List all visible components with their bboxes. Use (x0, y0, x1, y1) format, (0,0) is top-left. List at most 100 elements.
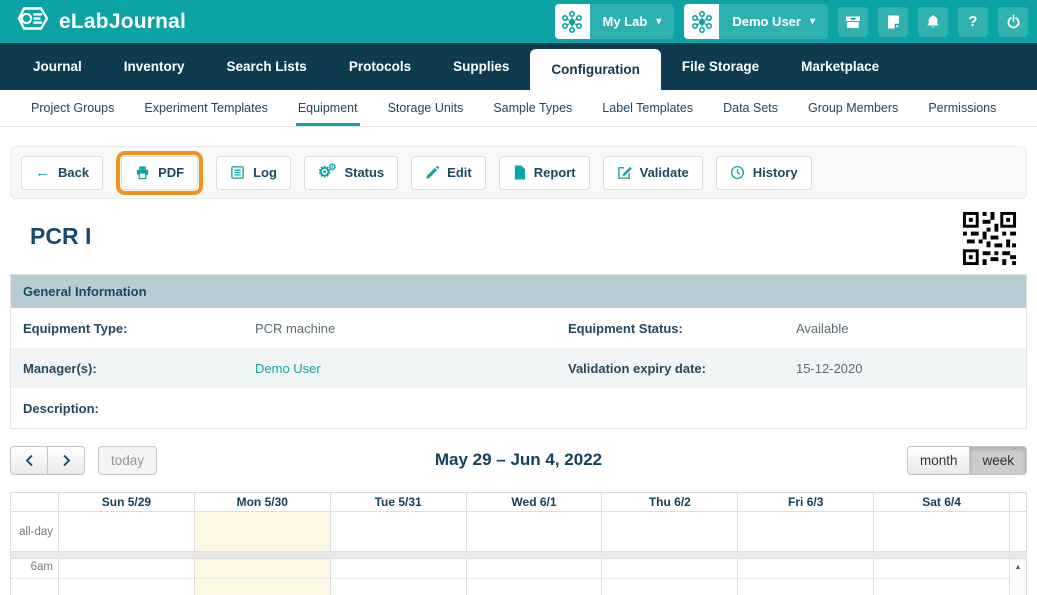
scroll-up-arrow[interactable]: ▲ (1010, 559, 1026, 575)
nav-item-marketplace[interactable]: Marketplace (780, 43, 900, 90)
nav-item-configuration[interactable]: Configuration (530, 49, 660, 90)
time-cell[interactable] (466, 579, 602, 595)
allday-cell-fri[interactable] (737, 512, 873, 551)
nav-item-file-storage[interactable]: File Storage (661, 43, 780, 90)
validate-button-label: Validate (640, 165, 689, 180)
user-selector[interactable]: Demo User ▾ (684, 4, 828, 39)
qr-code (961, 210, 1018, 272)
calendar-month-view-button[interactable]: month (907, 446, 971, 475)
allday-cell-sun[interactable] (58, 512, 194, 551)
allday-cell-mon-today[interactable] (194, 512, 330, 551)
subnav-item-group-members[interactable]: Group Members (793, 90, 913, 126)
calendar-today-button[interactable]: today (98, 446, 157, 475)
help-button[interactable]: ? (958, 7, 988, 37)
elab-logo-icon (13, 5, 51, 38)
subnav-item-sample-types[interactable]: Sample Types (478, 90, 587, 126)
logout-button[interactable] (998, 7, 1028, 37)
calendar-scrollbar[interactable]: ▲ (1009, 559, 1026, 595)
calendar-next-button[interactable] (47, 446, 85, 475)
nav-item-search-lists[interactable]: Search Lists (206, 43, 328, 90)
subnav-item-experiment-templates[interactable]: Experiment Templates (129, 90, 282, 126)
time-cell[interactable] (58, 559, 194, 578)
power-icon (1006, 14, 1021, 29)
notifications-button[interactable] (918, 7, 948, 37)
day-header-sun: Sun 5/29 (58, 493, 194, 511)
time-cell[interactable] (330, 559, 466, 578)
pdf-button-label: PDF (158, 165, 184, 180)
day-header-fri: Fri 6/3 (737, 493, 873, 511)
edit-button[interactable]: Edit (411, 156, 486, 190)
calendar-allday-row: all-day (11, 512, 1026, 552)
time-cell[interactable] (601, 559, 737, 578)
equipment-type-label: Equipment Type: (23, 321, 255, 336)
log-button[interactable]: Log (216, 156, 291, 190)
nav-item-inventory[interactable]: Inventory (103, 43, 206, 90)
pdf-button[interactable]: PDF (121, 156, 198, 190)
molecule-icon (684, 4, 719, 39)
page-content: ← Back PDF Lo (0, 127, 1037, 595)
subnav-item-data-sets[interactable]: Data Sets (708, 90, 793, 126)
edit-button-label: Edit (447, 165, 472, 180)
info-row: Manager(s): Demo User Validation expiry … (11, 348, 1026, 388)
time-cell[interactable] (737, 579, 873, 595)
calendar-prev-button[interactable] (10, 446, 48, 475)
subnav-item-permissions[interactable]: Permissions (913, 90, 1011, 126)
page-title: PCR I (30, 223, 91, 250)
log-button-label: Log (253, 165, 277, 180)
allday-label: all-day (11, 512, 58, 551)
printer-icon (135, 165, 150, 180)
calendar-toolbar: today May 29 – Jun 4, 2022 month week (10, 445, 1027, 475)
equipment-type-value: PCR machine (255, 321, 568, 336)
nav-item-journal[interactable]: Journal (12, 43, 103, 90)
time-cell[interactable] (873, 579, 1009, 595)
app-logo[interactable]: eLabJournal (13, 5, 186, 38)
time-cell[interactable] (737, 559, 873, 578)
allday-cell-sat[interactable] (873, 512, 1009, 551)
storage-box-button[interactable] (838, 7, 868, 37)
calendar-view-toggle: month week (907, 446, 1027, 475)
allday-cell-thu[interactable] (601, 512, 737, 551)
allday-cell-tue[interactable] (330, 512, 466, 551)
day-header-mon: Mon 5/30 (194, 493, 330, 511)
app-title: eLabJournal (59, 10, 186, 34)
report-button-label: Report (534, 165, 576, 180)
molecule-icon (555, 4, 590, 39)
time-cell[interactable] (873, 559, 1009, 578)
time-cell-today[interactable] (194, 559, 330, 578)
status-button[interactable]: ⚙⚙ Status (304, 156, 398, 190)
back-button[interactable]: ← Back (21, 156, 103, 190)
day-header-wed: Wed 6/1 (466, 493, 602, 511)
configuration-subnav: Project Groups Experiment Templates Equi… (0, 90, 1037, 127)
notes-button[interactable] (878, 7, 908, 37)
calendar-title: May 29 – Jun 4, 2022 (10, 450, 1027, 470)
calendar-divider (11, 552, 1026, 559)
time-cell-today[interactable] (194, 579, 330, 595)
question-icon: ? (968, 13, 977, 30)
gears-icon: ⚙⚙ (318, 165, 337, 180)
calendar-week-view-button[interactable]: week (969, 446, 1027, 475)
day-header-tue: Tue 5/31 (330, 493, 466, 511)
manager-link[interactable]: Demo User (255, 361, 568, 376)
subnav-item-storage-units[interactable]: Storage Units (373, 90, 479, 126)
report-button[interactable]: Report (499, 156, 590, 190)
day-header-thu: Thu 6/2 (601, 493, 737, 511)
equipment-toolbar: ← Back PDF Lo (10, 146, 1027, 199)
lab-selector[interactable]: My Lab ▾ (555, 4, 675, 39)
nav-item-supplies[interactable]: Supplies (432, 43, 530, 90)
time-cell[interactable] (466, 559, 602, 578)
subnav-item-label-templates[interactable]: Label Templates (587, 90, 708, 126)
equipment-status-label: Equipment Status: (568, 321, 796, 336)
back-button-label: Back (58, 165, 89, 180)
subnav-item-equipment[interactable]: Equipment (283, 90, 373, 126)
description-label: Description: (23, 401, 255, 416)
chevron-right-icon (62, 454, 71, 467)
allday-cell-wed[interactable] (466, 512, 602, 551)
subnav-item-project-groups[interactable]: Project Groups (16, 90, 129, 126)
time-cell[interactable] (58, 579, 194, 595)
info-row: Equipment Type: PCR machine Equipment St… (11, 308, 1026, 348)
validate-button[interactable]: Validate (603, 156, 703, 190)
history-button[interactable]: History (716, 156, 812, 190)
nav-item-protocols[interactable]: Protocols (328, 43, 432, 90)
time-cell[interactable] (601, 579, 737, 595)
time-cell[interactable] (330, 579, 466, 595)
